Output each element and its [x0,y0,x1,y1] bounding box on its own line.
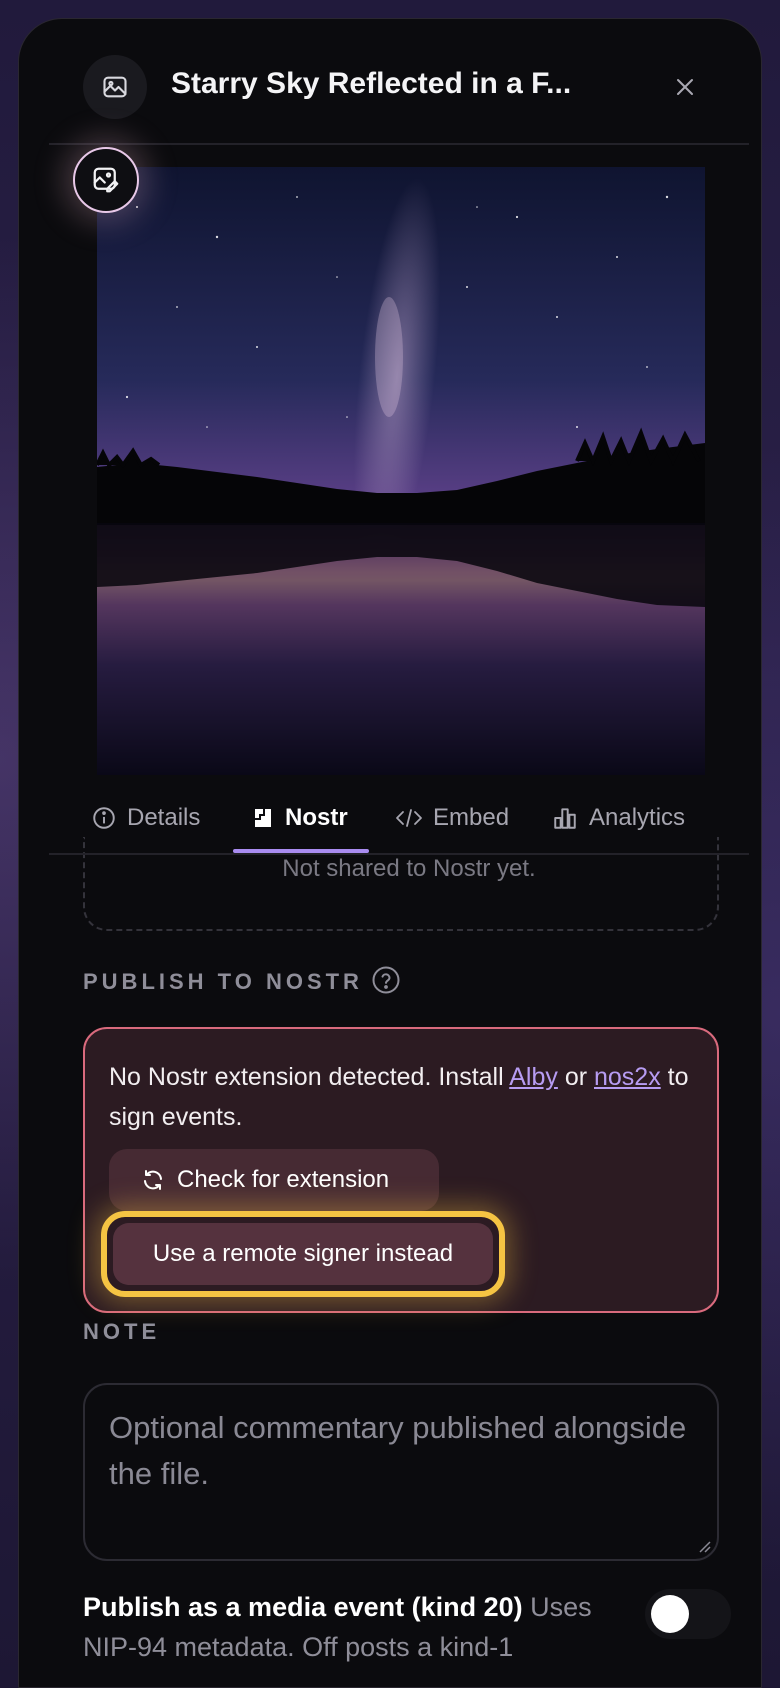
image-preview [97,167,705,775]
publish-section-label: PUBLISH TO NOSTR [83,969,363,994]
file-details-sheet: Starry Sky Reflected in a F... Details N… [18,18,762,1688]
resize-grip-icon[interactable] [695,1537,711,1553]
check-extension-button[interactable]: Check for extension [109,1149,439,1211]
tabs-divider [49,853,749,855]
header-divider [49,143,749,145]
alby-link[interactable]: Alby [509,1063,558,1091]
image-icon [83,55,147,119]
note-label: NOTE [83,1319,161,1344]
close-button[interactable] [667,69,703,105]
tab-analytics-label: Analytics [589,804,686,831]
nos2x-link[interactable]: nos2x [594,1063,661,1091]
info-icon [93,807,115,829]
note-placeholder: Optional commentary published alongside … [109,1410,687,1491]
tab-embed-label: Embed [433,804,510,831]
page-title: Starry Sky Reflected in a F... [171,67,572,100]
help-icon[interactable] [371,965,401,995]
nostr-icon [255,809,271,827]
close-icon [677,79,693,95]
alert-message: No Nostr extension detected. Install Alb… [109,1057,689,1137]
nostr-share-status: Not shared to Nostr yet. [282,855,536,882]
code-icon [396,809,422,827]
refresh-icon [144,1170,162,1190]
alert-text-mid: or [557,1063,594,1091]
sheet-header: Starry Sky Reflected in a F... [19,19,761,145]
remote-signer-label: Use a remote signer instead [113,1223,493,1285]
nostr-extension-alert: No Nostr extension detected. Install Alb… [83,1027,719,1313]
media-event-title: Publish as a media event (kind 20) [83,1592,523,1622]
tab-details-label: Details [127,804,201,831]
media-event-setting: Publish as a media event (kind 20) Uses … [83,1587,643,1667]
note-textarea[interactable]: Optional commentary published alongside … [83,1383,719,1561]
check-extension-label: Check for extension [177,1166,390,1193]
media-event-toggle[interactable] [645,1589,731,1639]
toggle-knob [651,1595,689,1633]
bar-chart-icon [554,808,576,829]
edit-image-button[interactable] [73,147,139,213]
nostr-share-status-box [83,837,719,931]
alert-text-before: No Nostr extension detected. Install [109,1063,510,1091]
remote-signer-button[interactable]: Use a remote signer instead [101,1211,505,1297]
edit-image-icon [93,167,119,193]
tab-nostr-label: Nostr [285,804,348,831]
